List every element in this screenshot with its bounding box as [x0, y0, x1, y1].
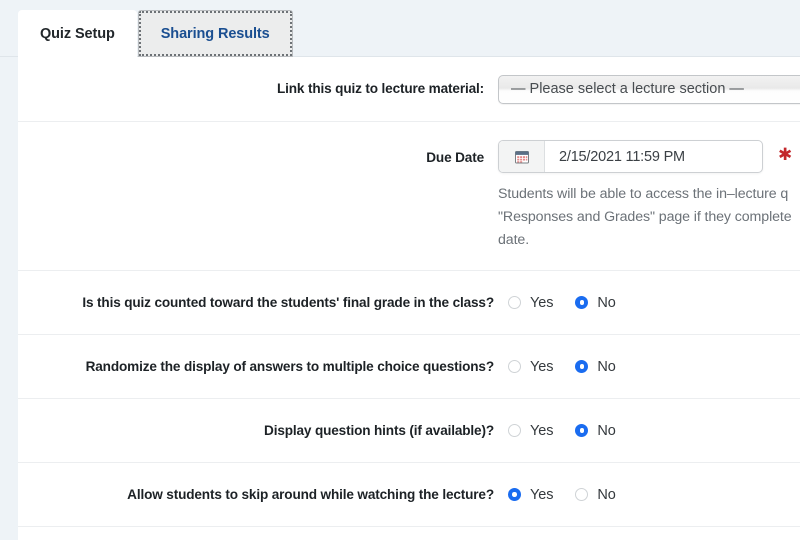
- counted-toward-grade-option-no-label: No: [597, 294, 616, 311]
- due-date-help-text: Students will be able to access the in–l…: [498, 186, 792, 248]
- skip-around-option-no-label: No: [597, 486, 616, 503]
- due-date-control: [498, 140, 763, 173]
- counted-toward-grade-field: Yes No: [508, 295, 800, 311]
- skip-around-field: Yes No: [508, 487, 800, 503]
- lecture-section-selected-option: — Please select a lecture section —: [511, 80, 744, 97]
- skip-around-option-yes[interactable]: Yes: [508, 487, 553, 503]
- radio-checked-icon[interactable]: [575, 424, 589, 437]
- tab-sharing-results[interactable]: Sharing Results: [137, 10, 293, 57]
- randomize-answers-option-yes[interactable]: Yes: [508, 359, 553, 375]
- tab-strip: Quiz Setup Sharing Results: [0, 0, 800, 57]
- radio-checked-icon[interactable]: [508, 488, 521, 501]
- lecture-link-field: — Please select a lecture section —: [498, 74, 800, 104]
- radio-unchecked-icon[interactable]: [575, 488, 589, 501]
- question-hints-option-no[interactable]: No: [575, 422, 616, 439]
- due-date-control-wrap: ✱: [498, 140, 800, 173]
- radio-unchecked-icon[interactable]: [508, 360, 521, 373]
- due-date-field: ✱ Students will be able to access the in…: [498, 140, 800, 252]
- question-hints-option-yes-label: Yes: [530, 422, 554, 439]
- quiz-settings-page: Quiz Setup Sharing Results Link this qui…: [0, 0, 800, 540]
- skip-around-option-yes-label: Yes: [530, 486, 554, 503]
- form-row-counted-toward-grade: Is this quiz counted toward the students…: [18, 271, 800, 335]
- question-hints-radio-group: Yes No: [508, 423, 800, 439]
- randomize-answers-label: Randomize the display of answers to mult…: [85, 358, 495, 374]
- required-asterisk: ✱: [778, 145, 793, 165]
- counted-toward-grade-label: Is this quiz counted toward the students…: [82, 294, 494, 310]
- counted-toward-grade-option-no[interactable]: No: [575, 294, 616, 311]
- randomize-answers-option-no[interactable]: No: [575, 358, 616, 375]
- form-row-question-hints: Display question hints (if available)? Y…: [18, 399, 800, 463]
- radio-unchecked-icon[interactable]: [508, 296, 521, 309]
- form-row-lecture-link: Link this quiz to lecture material: — Pl…: [18, 57, 800, 122]
- form-row-due-date: Due Date 2/15/2021 11:59 PM ✱ Students w…: [18, 122, 800, 271]
- question-hints-field: Yes No: [508, 423, 800, 439]
- counted-toward-grade-option-yes[interactable]: Yes: [508, 295, 553, 311]
- form-row-randomize-answers: Randomize the display of answers to mult…: [18, 335, 800, 399]
- counted-toward-grade-radio-group: Yes No: [508, 295, 800, 311]
- due-date-label: Due Date: [426, 150, 484, 165]
- question-hints-option-yes[interactable]: Yes: [508, 423, 553, 439]
- radio-checked-icon[interactable]: [575, 360, 589, 373]
- skip-around-option-no[interactable]: No: [575, 486, 616, 503]
- question-hints-label: Display question hints (if available)?: [264, 422, 494, 438]
- randomize-answers-field: Yes No: [508, 359, 800, 375]
- skip-around-radio-group: Yes No: [508, 487, 800, 503]
- radio-checked-icon[interactable]: [575, 296, 589, 309]
- calendar-icon[interactable]: [499, 141, 545, 172]
- due-date-input[interactable]: [545, 141, 762, 172]
- question-hints-option-no-label: No: [597, 422, 616, 439]
- tab-sharing-results-label: Sharing Results: [160, 25, 270, 42]
- settings-form-card: Link this quiz to lecture material: — Pl…: [18, 57, 800, 540]
- counted-toward-grade-option-yes-label: Yes: [530, 294, 554, 311]
- randomize-answers-radio-group: Yes No: [508, 359, 800, 375]
- tab-list: Quiz Setup Sharing Results: [18, 10, 293, 57]
- lecture-link-label: Link this quiz to lecture material:: [277, 81, 484, 97]
- radio-unchecked-icon[interactable]: [508, 424, 521, 437]
- lecture-section-select[interactable]: — Please select a lecture section —: [498, 74, 800, 104]
- tab-quiz-setup[interactable]: Quiz Setup: [18, 10, 137, 57]
- skip-around-label: Allow students to skip around while watc…: [127, 486, 494, 502]
- form-row-skip-around: Allow students to skip around while watc…: [18, 463, 800, 527]
- randomize-answers-option-yes-label: Yes: [530, 358, 554, 375]
- randomize-answers-option-no-label: No: [597, 358, 616, 375]
- tab-quiz-setup-label: Quiz Setup: [40, 25, 115, 42]
